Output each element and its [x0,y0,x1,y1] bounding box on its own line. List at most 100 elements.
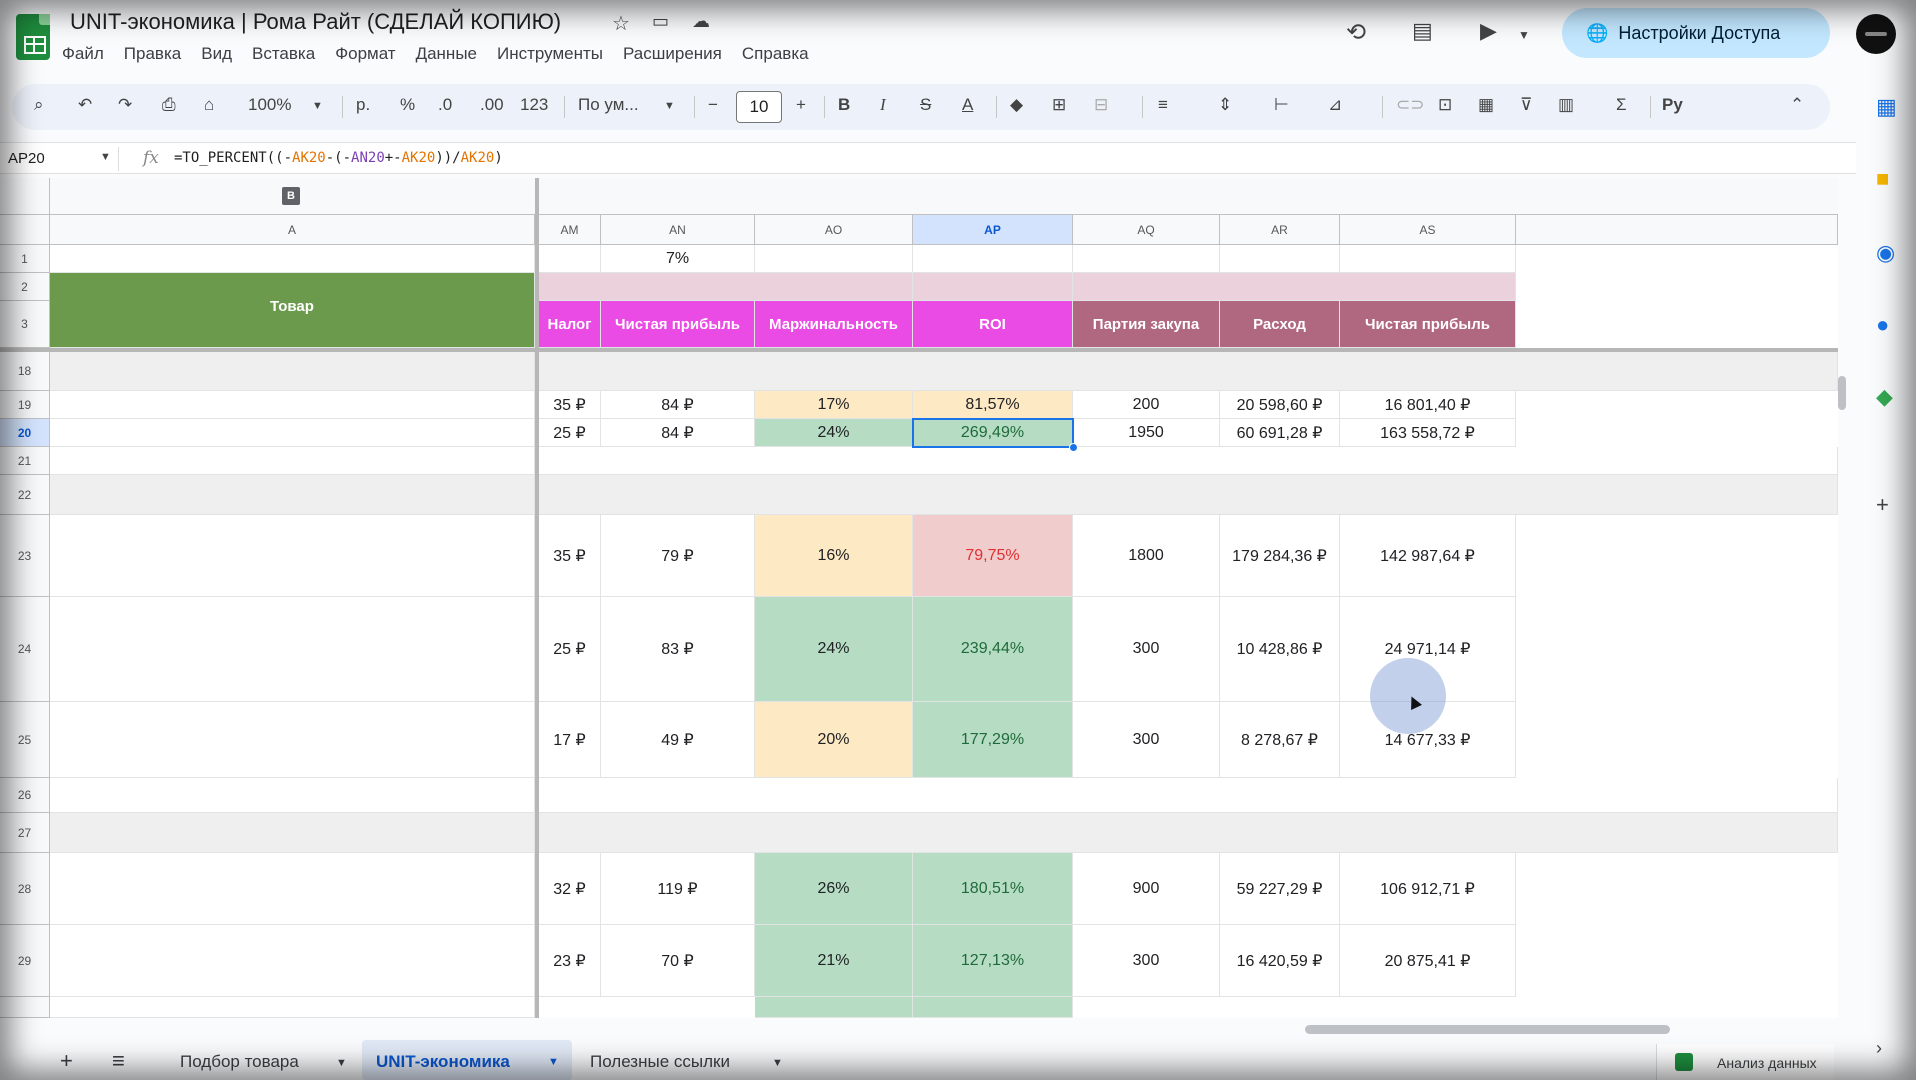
cell-ar[interactable]: 8 278,67 ₽ [1220,702,1340,778]
cell[interactable] [539,475,1838,515]
cell[interactable] [755,997,913,1018]
cell-as[interactable]: 20 875,41 ₽ [1340,925,1516,997]
spreadsheet-grid[interactable]: B A AM AN AO AP AQ AR AS 1 2 3 18 19 20 … [0,178,1838,1018]
cell-an[interactable]: 49 ₽ [601,702,755,778]
column-header-ap[interactable]: AP [913,215,1073,245]
column-header-empty[interactable] [1516,215,1838,245]
font-select[interactable]: По ум... [578,95,639,115]
search-icon[interactable]: ⌕ [34,95,44,115]
cell-an[interactable]: 83 ₽ [601,597,755,702]
zoom-select[interactable]: 100% [248,95,291,115]
star-icon[interactable]: ☆ [612,11,630,36]
cell[interactable] [1220,245,1340,273]
menu-file[interactable]: Файл [62,44,104,64]
formula-input[interactable]: =TO_PERCENT((-AK20-(-AN20+-AK20))/AK20) [174,150,503,166]
name-box-dropdown-icon[interactable]: ▼ [100,151,111,163]
merge-cells-icon[interactable]: ⊟ [1094,95,1108,115]
menu-tools[interactable]: Инструменты [497,44,603,64]
menu-extensions[interactable]: Расширения [623,44,722,64]
cell[interactable] [50,352,535,391]
add-sheet-button[interactable]: + [60,1048,73,1074]
cell-as[interactable]: 16 801,40 ₽ [1340,391,1516,419]
cell-ap[interactable]: 239,44% [913,597,1073,702]
cell[interactable] [50,475,535,515]
borders-icon[interactable]: ⊞ [1052,95,1066,115]
font-size-input[interactable]: 10 [736,91,782,123]
row-header[interactable]: 20 [0,419,50,447]
cell[interactable] [50,925,535,997]
corner-cell[interactable] [0,178,50,215]
cell-ar[interactable]: 60 691,28 ₽ [1220,419,1340,447]
cell[interactable] [50,778,535,813]
name-box[interactable]: AP20 [8,150,45,167]
column-header-ao[interactable]: AO [755,215,913,245]
tab-dropdown-icon[interactable]: ▼ [548,1056,559,1068]
undo-icon[interactable]: ↶ [78,95,92,115]
cell-am[interactable]: 35 ₽ [539,515,601,597]
cell[interactable] [1073,245,1220,273]
number-format-button[interactable]: 123 [520,95,548,115]
cell[interactable] [50,515,535,597]
row-header[interactable]: 1 [0,245,50,273]
meet-icon[interactable]: ▶ [1480,18,1497,44]
cell-an[interactable]: 84 ₽ [601,391,755,419]
cell-aq[interactable]: 300 [1073,702,1220,778]
cell[interactable] [539,352,1838,391]
cell-ar[interactable]: 10 428,86 ₽ [1220,597,1340,702]
cell-tovar-header[interactable]: Товар [50,273,535,348]
cell-header-roi[interactable]: ROI [913,301,1073,348]
insert-link-icon[interactable]: ⊂⊃ [1396,95,1425,115]
cell[interactable] [50,853,535,925]
row-header[interactable]: 18 [0,352,50,391]
filter-icon[interactable]: ⊽ [1520,95,1532,115]
version-history-icon[interactable]: ⟲ [1346,18,1366,47]
row-header[interactable]: 26 [0,778,50,813]
menu-format[interactable]: Формат [335,44,395,64]
column-header-an[interactable]: AN [601,215,755,245]
tasks-icon[interactable]: ◉ [1876,240,1895,266]
cell-aq[interactable]: 300 [1073,597,1220,702]
row-header[interactable]: 22 [0,475,50,515]
cell-ar[interactable]: 179 284,36 ₽ [1220,515,1340,597]
cell[interactable] [539,813,1838,853]
vertical-align-icon[interactable]: ⇕ [1218,95,1232,115]
cell[interactable] [50,702,535,778]
group-level-button[interactable]: B [282,187,300,205]
cell-header-nalog[interactable]: Налог [539,301,601,348]
menu-data[interactable]: Данные [416,44,477,64]
cell-ap[interactable]: 127,13% [913,925,1073,997]
cell-merged-pink[interactable] [1073,273,1516,301]
cell-ap[interactable]: 177,29% [913,702,1073,778]
cell-am[interactable]: 25 ₽ [539,419,601,447]
move-folder-icon[interactable]: ▭ [652,11,669,32]
cell[interactable] [913,245,1073,273]
cell[interactable] [50,997,535,1018]
insert-chart-icon[interactable]: ▦ [1478,95,1494,115]
menu-view[interactable]: Вид [201,44,232,64]
strikethrough-button[interactable]: S [920,95,931,115]
cell[interactable] [539,778,1838,813]
row-header[interactable]: 3 [0,301,50,348]
text-color-button[interactable]: A [962,95,973,115]
increase-decimal-button[interactable]: .00 [480,95,504,115]
cell-aq[interactable]: 300 [1073,925,1220,997]
row-header[interactable] [0,997,50,1018]
row-header[interactable]: 2 [0,273,50,301]
sheets-logo-icon[interactable] [16,14,50,60]
italic-button[interactable]: I [880,95,886,115]
row-header[interactable]: 24 [0,597,50,702]
cell-as[interactable]: 142 987,64 ₽ [1340,515,1516,597]
row-header[interactable]: 21 [0,447,50,475]
font-dropdown-icon[interactable]: ▼ [664,100,675,112]
contacts-icon[interactable]: ● [1876,312,1889,338]
maps-icon[interactable]: ◆ [1876,384,1893,410]
column-header-ar[interactable]: AR [1220,215,1340,245]
cell-am[interactable]: 25 ₽ [539,597,601,702]
cell-ap[interactable]: 79,75% [913,515,1073,597]
cell-ao[interactable]: 21% [755,925,913,997]
cell-am[interactable]: 23 ₽ [539,925,601,997]
cell[interactable] [539,447,1838,475]
insert-comment-icon[interactable]: ⊡ [1438,95,1452,115]
cell-ao[interactable]: 16% [755,515,913,597]
column-header-aq[interactable]: AQ [1073,215,1220,245]
